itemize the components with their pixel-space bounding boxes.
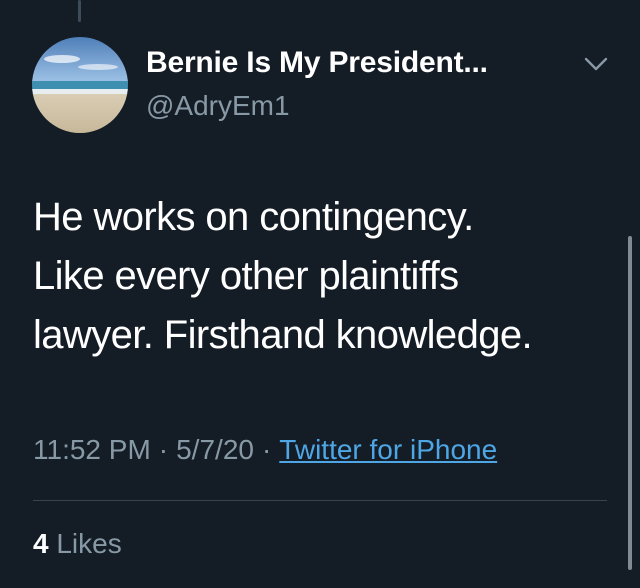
tweet-time: 11:52 PM [33, 434, 151, 465]
tweet-date: 5/7/20 [176, 434, 254, 465]
meta-separator: · [261, 434, 272, 465]
tweet-text: He works on contingency. Like every othe… [33, 188, 618, 365]
author-handle[interactable]: @AdryEm1 [146, 90, 290, 122]
avatar[interactable] [32, 37, 128, 133]
chevron-down-icon[interactable] [580, 52, 612, 76]
tweet-source-link[interactable]: Twitter for iPhone [279, 434, 497, 465]
tweet-detail-view: Bernie Is My President... @AdryEm1 He wo… [0, 0, 640, 588]
tweet-text-line: He works on contingency. [33, 195, 474, 239]
likes-count: 4 [33, 528, 49, 559]
likes-label: Likes [56, 528, 122, 559]
beach-photo-avatar-icon [32, 37, 128, 133]
scrollbar[interactable] [628, 236, 632, 570]
likes-stat[interactable]: 4 Likes [33, 528, 122, 560]
author-display-name[interactable]: Bernie Is My President... [146, 46, 488, 80]
tweet-text-line: lawyer. Firsthand knowledge. [33, 313, 533, 357]
meta-separator: · [158, 434, 169, 465]
divider [33, 500, 607, 501]
tweet-text-line: Like every other plaintiffs [33, 254, 459, 298]
tweet-metadata: 11:52 PM · 5/7/20 · Twitter for iPhone [33, 434, 497, 466]
thread-connector-line [78, 0, 81, 22]
